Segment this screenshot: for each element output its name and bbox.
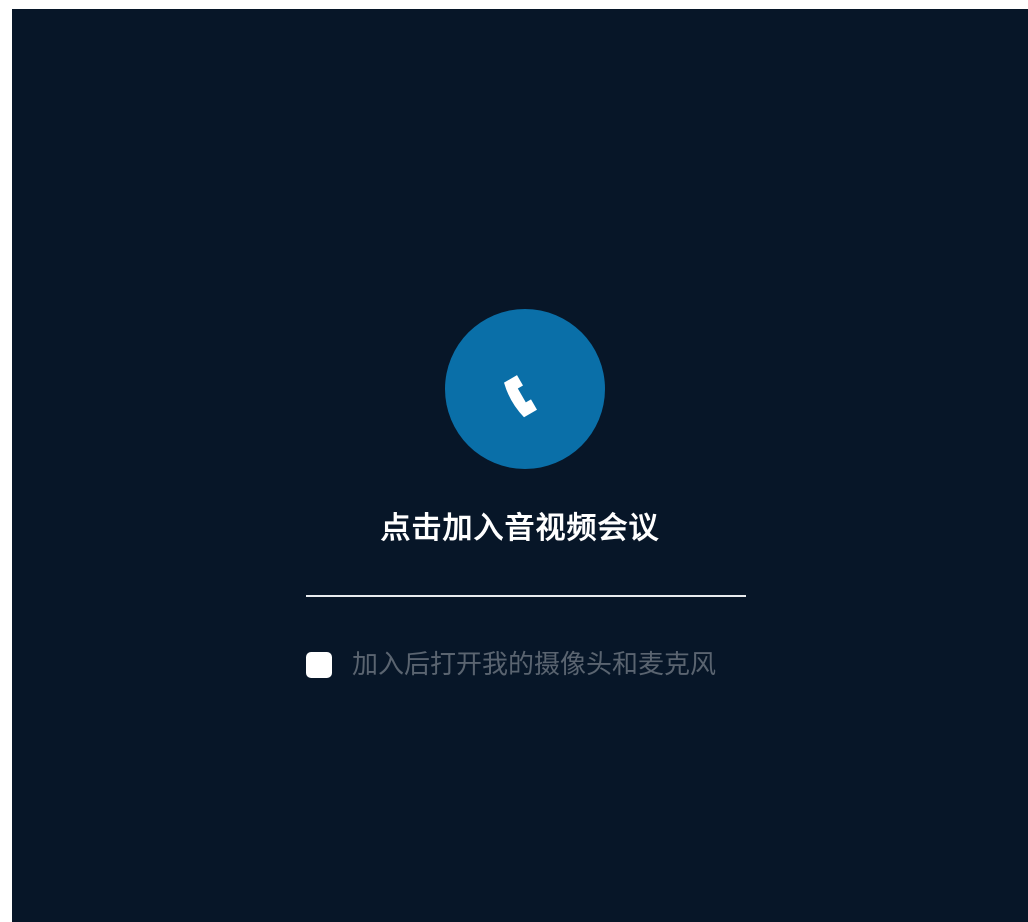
camera-mic-checkbox[interactable] bbox=[306, 652, 332, 678]
divider bbox=[306, 595, 746, 597]
join-meeting-panel: 点击加入音视频会议 加入后打开我的摄像头和麦克风 bbox=[12, 9, 1028, 922]
camera-mic-option-label: 加入后打开我的摄像头和麦克风 bbox=[352, 650, 717, 680]
camera-mic-option[interactable]: 加入后打开我的摄像头和麦克风 bbox=[306, 647, 716, 683]
phone-icon bbox=[504, 375, 537, 418]
join-meeting-title: 点击加入音视频会议 bbox=[380, 511, 660, 546]
join-call-button[interactable] bbox=[445, 309, 605, 469]
